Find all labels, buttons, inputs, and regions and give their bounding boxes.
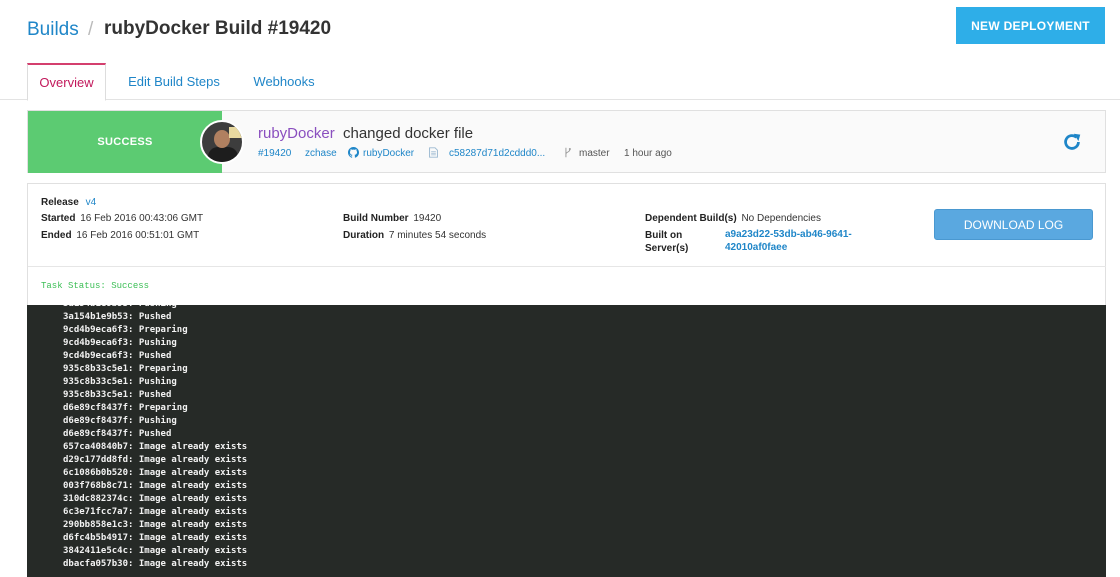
started-value: 16 Feb 2016 00:43:06 GMT xyxy=(80,213,204,224)
avatar xyxy=(200,120,244,164)
log-line: 9cd4b9eca6f3: Preparing xyxy=(63,325,188,335)
log-line: 935c8b33c5e1: Pushed xyxy=(63,390,172,400)
commit-file-icon xyxy=(429,147,438,158)
built-on-label-line2: Server(s) xyxy=(645,243,689,254)
build-number-row: Build Number 19420 xyxy=(343,213,441,224)
tab-webhooks[interactable]: Webhooks xyxy=(246,63,322,100)
dependent-builds-label: Dependent Build(s) xyxy=(645,213,737,224)
log-line: 6c1086b0b520: Image already exists xyxy=(63,468,248,478)
repo-link[interactable]: rubyDocker xyxy=(363,148,414,159)
build-log-console[interactable]: 3a154b1e9b53: Pushing 3a154b1e9b53: Pushe… xyxy=(27,305,1106,577)
branch-name: master xyxy=(579,148,610,159)
release-link[interactable]: v4 xyxy=(86,197,97,208)
new-deployment-button[interactable]: NEW DEPLOYMENT xyxy=(956,7,1105,44)
dependent-builds-value: No Dependencies xyxy=(741,213,821,224)
build-info-panel: Release v4 Started 16 Feb 2016 00:43:06 … xyxy=(27,183,1106,305)
duration-row: Duration 7 minutes 54 seconds xyxy=(343,230,486,241)
log-line: 935c8b33c5e1: Preparing xyxy=(63,364,188,374)
tab-overview[interactable]: Overview xyxy=(27,63,106,101)
branch-icon xyxy=(565,147,571,158)
build-status-card: SUCCESS rubyDocker changed docker file #… xyxy=(27,110,1106,173)
avatar-head xyxy=(214,130,230,148)
release-label: Release xyxy=(41,197,79,208)
avatar-shirt xyxy=(208,147,238,162)
duration-value: 7 minutes 54 seconds xyxy=(388,230,487,241)
duration-label: Duration xyxy=(343,230,385,241)
server-id-line-2: 42010af0faee xyxy=(725,242,788,253)
ended-label: Ended xyxy=(41,230,72,241)
user-link[interactable]: zchase xyxy=(305,148,337,159)
log-line: 3a154b1e9b53: Pushed xyxy=(63,312,172,322)
build-number-label: Build Number xyxy=(343,213,409,224)
commit-author[interactable]: rubyDocker xyxy=(258,125,335,142)
log-line: 3842411e5c4c: Image already exists xyxy=(63,546,248,556)
refresh-icon[interactable] xyxy=(1061,131,1083,153)
log-line: d6fc4b5b4917: Image already exists xyxy=(63,533,248,543)
tab-edit-build-steps[interactable]: Edit Build Steps xyxy=(122,63,226,100)
page-header: Builds / rubyDocker Build #19420 NEW DEP… xyxy=(0,0,1120,101)
log-line: 9cd4b9eca6f3: Pushed xyxy=(63,351,172,361)
breadcrumb-separator: / xyxy=(88,19,94,40)
log-line: 9cd4b9eca6f3: Pushing xyxy=(63,338,177,348)
log-line: 657ca40840b7: Image already exists xyxy=(63,442,248,452)
log-line: dbacfa057b30: Image already exists xyxy=(63,559,248,569)
dependent-builds-row: Dependent Build(s) No Dependencies xyxy=(645,213,821,224)
server-id-link[interactable]: a9a23d22-53db-ab46-9641- 42010af0faee xyxy=(725,228,875,254)
log-line: d29c177dd8fd: Image already exists xyxy=(63,455,248,465)
build-number-value: 19420 xyxy=(413,213,442,224)
log-line: 6c3e71fcc7a7: Image already exists xyxy=(63,507,248,517)
ended-row: Ended 16 Feb 2016 00:51:01 GMT xyxy=(41,230,199,241)
download-log-button[interactable]: DOWNLOAD LOG xyxy=(934,209,1093,240)
log-line: 003f768b8c71: Image already exists xyxy=(63,481,248,491)
commit-message: changed docker file xyxy=(343,125,474,142)
log-line: d6e89cf8437f: Preparing xyxy=(63,403,188,413)
log-line: d6e89cf8437f: Pushed xyxy=(63,429,172,439)
task-status: Task Status: Success xyxy=(41,281,150,291)
started-label: Started xyxy=(41,213,76,224)
log-line: 310dc882374c: Image already exists xyxy=(63,494,248,504)
release-row: Release v4 xyxy=(41,197,96,208)
divider xyxy=(28,266,1106,267)
build-number-link[interactable]: #19420 xyxy=(258,148,291,159)
server-id-line-1: a9a23d22-53db-ab46-9641- xyxy=(725,229,852,240)
page-title: rubyDocker Build #19420 xyxy=(104,18,332,39)
build-time-ago: 1 hour ago xyxy=(624,148,672,159)
github-icon xyxy=(348,147,359,158)
avatar-sign xyxy=(229,127,242,138)
log-line: 3a154b1e9b53: Pushing xyxy=(63,305,177,309)
breadcrumb-builds-link[interactable]: Builds xyxy=(27,19,79,41)
log-line: 290bb858e1c3: Image already exists xyxy=(63,520,248,530)
log-line: 935c8b33c5e1: Pushing xyxy=(63,377,177,387)
commit-hash-link[interactable]: c58287d71d2cddd0... xyxy=(449,148,545,159)
built-on-label: Built on xyxy=(645,230,683,241)
ended-value: 16 Feb 2016 00:51:01 GMT xyxy=(76,230,200,241)
started-row: Started 16 Feb 2016 00:43:06 GMT xyxy=(41,213,203,224)
status-badge: SUCCESS xyxy=(28,111,222,173)
log-line: d6e89cf8437f: Pushing xyxy=(63,416,177,426)
